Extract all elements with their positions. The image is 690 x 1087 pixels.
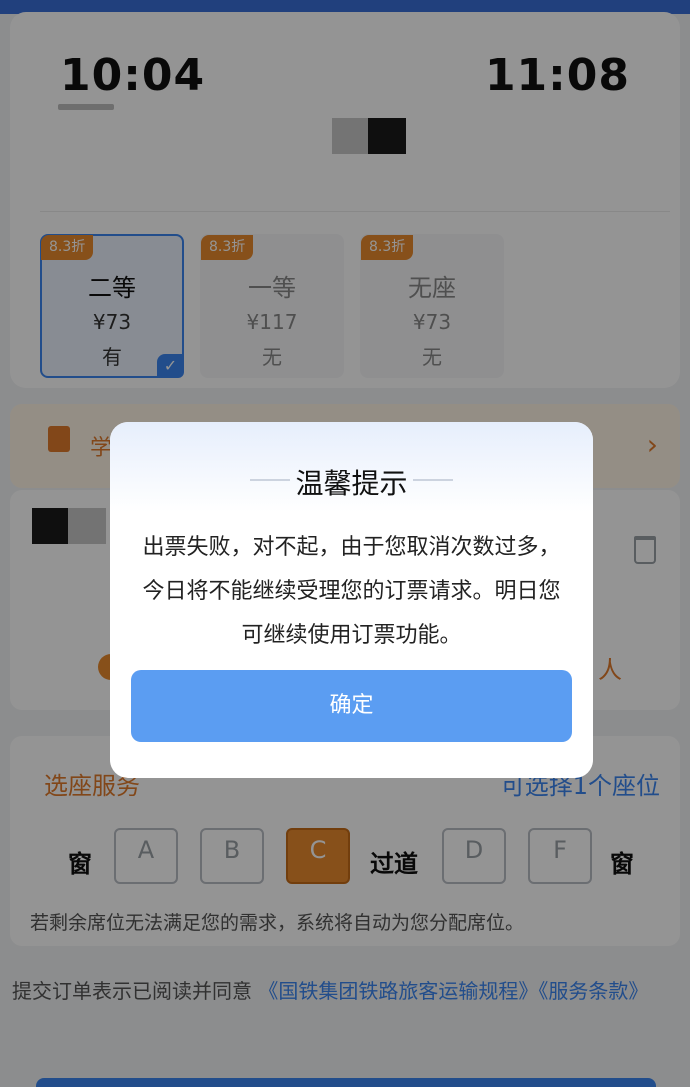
alert-dialog: 温馨提示 出票失败，对不起，由于您取消次数过多，今日将不能继续受理您的订票请求。… — [110, 422, 593, 778]
dialog-title: 温馨提示 — [295, 467, 408, 500]
dialog-message: 出票失败，对不起，由于您取消次数过多，今日将不能继续受理您的订票请求。明日您可继… — [142, 535, 561, 648]
confirm-button[interactable]: 确定 — [131, 670, 572, 742]
